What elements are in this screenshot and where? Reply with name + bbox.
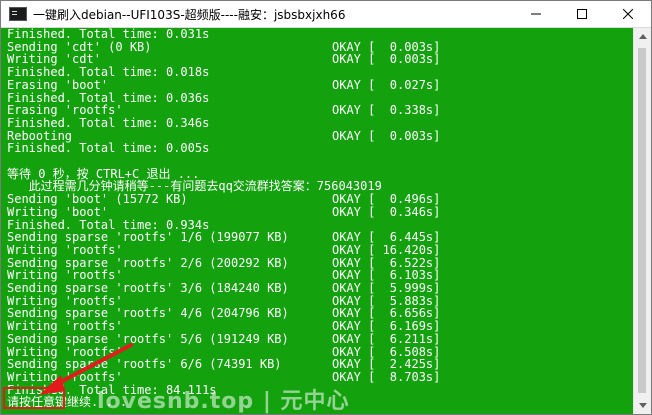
console-line-status: OKAY [ 16.420s] [332, 242, 441, 257]
scroll-up-button[interactable] [634, 28, 651, 45]
console-line: Erasing 'rootfs' [7, 103, 123, 118]
console-line: Erasing 'boot' [7, 77, 109, 92]
minimize-button[interactable] [513, 1, 559, 27]
console-line-status: OKAY [ 8.703s] [332, 369, 441, 384]
scrollbar-thumb[interactable] [638, 48, 646, 393]
minimize-icon [531, 13, 541, 15]
close-icon [623, 9, 633, 19]
console-line-status: OKAY [ 0.003s] [332, 128, 441, 143]
console-line-status: OKAY [ 0.003s] [332, 52, 441, 67]
console-line-status: OKAY [ 0.346s] [332, 204, 441, 219]
console-line-status: OKAY [ 6.445s] [332, 230, 441, 245]
console-line-status: OKAY [ 0.338s] [332, 103, 441, 118]
console-line: Finished. Total time: 0.005s [7, 141, 210, 156]
watermark: lovesnb.top | 元中心 [97, 389, 350, 414]
console-icon [9, 7, 27, 21]
maximize-button[interactable] [559, 1, 605, 27]
title-bar[interactable]: 一键刷入debian--UFI103S-超频版----融安：jsbsbxjxh6… [1, 1, 651, 28]
chevron-down-icon [638, 403, 647, 408]
console-line: Writing 'boot' [7, 204, 109, 219]
console-line: Sending sparse 'rootfs' 1/6 (199077 KB) [7, 230, 289, 245]
console-line: Sending sparse 'rootfs' 3/6 (184240 KB) [7, 281, 289, 295]
vertical-scrollbar[interactable] [633, 28, 651, 414]
console-line: Writing 'rootfs' [7, 319, 123, 334]
console-line: Finished. Total time: 0.031s [7, 28, 210, 41]
console-line: Finished. Total time: 0.346s [7, 115, 210, 130]
console-line-status: OKAY [ 5.999s] [332, 281, 441, 295]
close-button[interactable] [605, 1, 651, 27]
chevron-up-icon [638, 34, 647, 39]
console-line: Sending 'boot' (15772 KB) [7, 192, 188, 207]
scroll-down-button[interactable] [634, 397, 651, 414]
console-line-status: OKAY [ 2.425s] [332, 357, 441, 372]
window-controls [513, 1, 651, 27]
console-line-status: OKAY [ 0.027s] [332, 77, 441, 92]
console-window: 一键刷入debian--UFI103S-超频版----融安：jsbsbxjxh6… [0, 0, 652, 415]
console-line-status: OKAY [ 6.211s] [332, 331, 441, 346]
window-title: 一键刷入debian--UFI103S-超频版----融安：jsbsbxjxh6… [33, 7, 346, 22]
console-line-status: OKAY [ 6.169s] [332, 319, 441, 334]
console-line: Writing 'rootfs' [7, 242, 123, 257]
console-line: Finished. Total time: 0.018s [7, 65, 210, 80]
maximize-icon [577, 9, 587, 19]
console-line-status: OKAY [ 0.496s] [332, 192, 441, 207]
